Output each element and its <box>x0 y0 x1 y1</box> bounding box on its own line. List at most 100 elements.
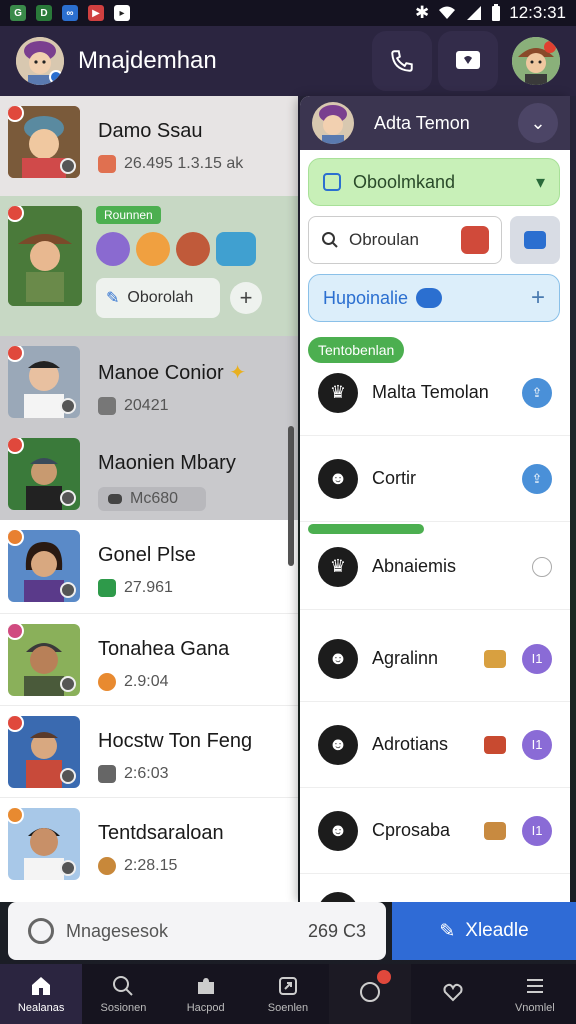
member-avatar <box>176 232 210 266</box>
read-receipt-icon <box>60 158 76 174</box>
contact-name: Cortir <box>372 468 416 488</box>
profile-avatar[interactable] <box>16 37 64 85</box>
add-icon[interactable]: + <box>531 284 545 312</box>
contact-action-icon[interactable]: ⇪ <box>522 377 552 408</box>
menu-icon <box>526 979 543 993</box>
box-icon <box>98 397 116 415</box>
contact-action-icon[interactable]: ⇪ <box>522 463 552 494</box>
play-notification-icon: ▸ <box>114 5 130 21</box>
contact-panel: Adta Temon ⌄ Oboolmkand ▾ Obroulan Hupoi… <box>300 96 570 902</box>
chat-notification-icon: ∞ <box>62 5 78 21</box>
group-item[interactable]: Rounnen ✎ Oborolah + <box>0 196 298 336</box>
add-member-button[interactable]: + <box>230 282 262 314</box>
nav-label: Soenlen <box>267 1002 309 1014</box>
contact-item[interactable]: ♛ Abnaiemis <box>300 524 570 610</box>
sticker-icon <box>98 155 116 173</box>
primary-action-button[interactable]: ✎ Xleadle <box>392 902 576 960</box>
chat-name: Manoe Conior ✦ <box>98 362 246 384</box>
group-chip[interactable]: ✎ Oborolah <box>96 278 220 318</box>
nav-games[interactable]: Hacpod <box>165 964 247 1024</box>
nav-share[interactable]: Soenlen <box>247 964 329 1024</box>
status-time: 12:3:31 <box>509 3 566 22</box>
search-icon <box>113 976 134 996</box>
panel-avatar[interactable] <box>312 102 354 144</box>
contact-item[interactable]: ♛ Malta Temolan ⇪ <box>300 350 570 436</box>
read-receipt-icon <box>60 398 76 414</box>
chevron-down-icon: ⌄ <box>530 112 546 133</box>
primary-action-label: Xleadle <box>465 920 529 941</box>
read-receipt-icon <box>60 582 76 598</box>
media-notification-icon: ▶ <box>88 5 104 21</box>
contact-item[interactable]: ☻ Cprosaba I1 <box>300 788 570 874</box>
chat-name: Tonahea Gana <box>98 638 230 660</box>
read-receipt-icon <box>60 676 76 692</box>
contact-name: Abnaiemis <box>372 556 457 576</box>
group-tag: Rounnen <box>96 206 161 224</box>
list-item[interactable]: Tentdsaraloan 2:28.15 <box>0 798 298 902</box>
contact-name: Malta Temolan <box>372 382 489 402</box>
chat-avatar <box>8 346 80 418</box>
chat-list: Damo Ssau 26.495 1.3.15 ak Rounnen ✎ Obo… <box>0 96 298 902</box>
home-icon <box>32 977 51 995</box>
group-chip-label: Oborolah <box>127 289 194 306</box>
battery-icon <box>492 4 501 21</box>
chat-avatar <box>8 624 80 696</box>
nav-favorites[interactable] <box>411 964 493 1024</box>
contact-name: Adrotians <box>372 734 449 754</box>
list-item[interactable]: Tonahea Gana 2.9:04 <box>0 614 298 706</box>
contact-item[interactable]: ☻ Agralinn I1 <box>300 616 570 702</box>
list-item[interactable]: Damo Ssau 26.495 1.3.15 ak <box>0 96 298 196</box>
phone-icon <box>391 50 413 72</box>
list-item[interactable]: Maonien Mbary Mc680 <box>0 428 298 520</box>
member-avatar <box>136 232 170 266</box>
upload-label: Hupoinalie <box>323 287 409 308</box>
chat-meta: 20421 <box>124 397 169 414</box>
member-avatar <box>216 232 256 266</box>
category-dropdown[interactable]: Oboolmkand ▾ <box>308 158 560 206</box>
chat-meta: Mc680 <box>130 490 179 507</box>
camera-button[interactable] <box>510 216 560 264</box>
nav-label: Sosionen <box>100 1002 147 1014</box>
bottom-search-value: 269 C3 <box>307 920 366 941</box>
chat-meta: 2:28.15 <box>124 857 178 874</box>
video-button[interactable] <box>438 31 498 91</box>
list-item[interactable]: Gonel Plse 27.961 <box>0 520 298 614</box>
nav-search[interactable]: Sosionen <box>82 964 164 1024</box>
heart-outline-icon[interactable] <box>532 556 552 577</box>
contact-item[interactable]: ☻ Adrotians I1 <box>300 702 570 788</box>
signal-icon <box>467 6 482 20</box>
chat-avatar <box>8 530 80 602</box>
count-badge[interactable]: I1 <box>522 643 552 674</box>
contact-icon: ☻ <box>318 724 358 765</box>
app-header: Mnajdemhan <box>0 26 576 96</box>
contact-icon: ♛ <box>318 546 358 587</box>
status-bar: G D ∞ ▶ ▸ ✱ 12:3:31 <box>0 0 576 26</box>
friend-avatar[interactable] <box>512 37 560 85</box>
member-avatar <box>96 232 130 266</box>
image-icon <box>524 231 546 249</box>
count-badge[interactable]: I1 <box>522 815 552 846</box>
sticker-icon <box>484 735 506 754</box>
nav-menu[interactable]: Vnomlel <box>494 964 576 1024</box>
bluetooth-icon: ✱ <box>415 3 430 22</box>
upload-field[interactable]: Hupoinalie + <box>308 274 560 322</box>
collapse-button[interactable]: ⌄ <box>518 103 558 143</box>
app-notification-icon: D <box>36 5 52 21</box>
shield-icon <box>98 579 116 597</box>
share-icon <box>278 977 297 995</box>
add-user-icon: ✎ <box>439 920 456 942</box>
upload-badge-icon <box>416 288 443 308</box>
count-badge[interactable]: I1 <box>522 729 552 760</box>
nav-label: Hacpod <box>186 1002 225 1014</box>
bottom-search-field[interactable]: Mnagesesok 269 C3 <box>8 902 386 960</box>
nav-home[interactable]: Nealanas <box>0 964 83 1024</box>
list-scrollbar[interactable] <box>288 426 294 566</box>
list-item[interactable]: Manoe Conior ✦ 20421 <box>0 336 298 428</box>
search-input[interactable]: Obroulan <box>308 216 502 264</box>
nav-notifications[interactable] <box>329 964 412 1024</box>
bottom-nav: Nealanas Sosionen Hacpod Soenlen Vnomlel <box>0 964 576 1024</box>
card-icon <box>108 494 122 504</box>
call-button[interactable] <box>372 31 432 91</box>
list-item[interactable]: Hocstw Ton Feng 2:6:03 <box>0 706 298 798</box>
contact-item[interactable]: ☻ Cortir ⇪ <box>300 436 570 522</box>
